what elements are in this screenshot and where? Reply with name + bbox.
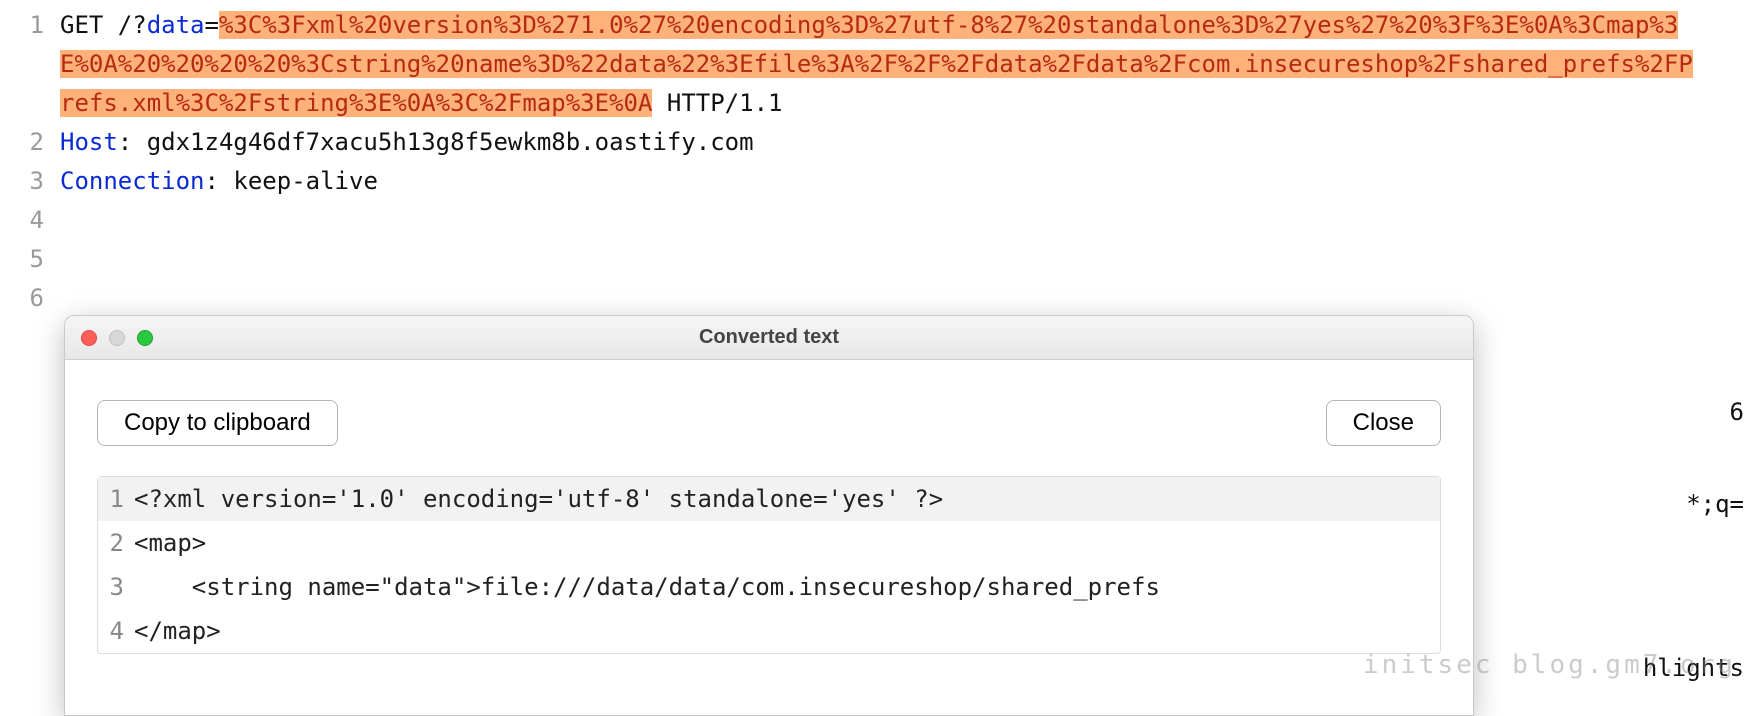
dialog-title: Converted text	[65, 326, 1473, 349]
copy-to-clipboard-button[interactable]: Copy to clipboard	[97, 400, 338, 446]
code-content[interactable]: Connection: keep-alive	[60, 162, 1744, 201]
request-line[interactable]: 5	[0, 240, 1744, 279]
line-number: 2	[98, 521, 134, 565]
converted-line[interactable]: 2<map>	[98, 521, 1440, 565]
code-content[interactable]: <string name="data">file:///data/data/co…	[134, 565, 1440, 609]
code-content[interactable]: </map>	[134, 609, 1440, 653]
converted-line[interactable]: 3 <string name="data">file:///data/data/…	[98, 565, 1440, 609]
request-editor: 1GET /?data=%3C%3Fxml%20version%3D%271.0…	[0, 0, 1744, 318]
bg-fragment-3: hlights	[1643, 654, 1744, 682]
close-button[interactable]: Close	[1326, 400, 1441, 446]
dialog-toolbar: Copy to clipboard Close	[97, 400, 1441, 446]
request-line[interactable]: 2Host: gdx1z4g46df7xacu5h13g8f5ewkm8b.oa…	[0, 123, 1744, 162]
line-number: 3	[98, 565, 134, 609]
request-line[interactable]: 4	[0, 201, 1744, 240]
code-content[interactable]: <?xml version='1.0' encoding='utf-8' sta…	[134, 477, 1440, 521]
request-line[interactable]: 3Connection: keep-alive	[0, 162, 1744, 201]
line-number: 1	[0, 6, 60, 45]
code-content[interactable]: <map>	[134, 521, 1440, 565]
zoom-window-icon[interactable]	[137, 330, 153, 346]
converted-line[interactable]: 4</map>	[98, 609, 1440, 653]
line-number: 2	[0, 123, 60, 162]
line-number: 6	[0, 279, 60, 318]
converted-text-dialog: Converted text Copy to clipboard Close 1…	[64, 315, 1474, 716]
line-number: 1	[98, 477, 134, 521]
minimize-window-icon[interactable]	[109, 330, 125, 346]
request-line[interactable]: 6	[0, 279, 1744, 318]
close-window-icon[interactable]	[81, 330, 97, 346]
traffic-lights	[65, 330, 153, 346]
converted-text-editor[interactable]: 1<?xml version='1.0' encoding='utf-8' st…	[97, 476, 1441, 654]
line-number: 4	[0, 201, 60, 240]
line-number: 4	[98, 609, 134, 653]
bg-fragment-1: 6	[1730, 398, 1744, 426]
code-content[interactable]: GET /?data=%3C%3Fxml%20version%3D%271.0%…	[60, 6, 1744, 123]
converted-line[interactable]: 1<?xml version='1.0' encoding='utf-8' st…	[98, 477, 1440, 521]
titlebar[interactable]: Converted text	[65, 316, 1473, 360]
line-number: 5	[0, 240, 60, 279]
bg-fragment-2: *;q=	[1686, 490, 1744, 518]
line-number: 3	[0, 162, 60, 201]
code-content[interactable]: Host: gdx1z4g46df7xacu5h13g8f5ewkm8b.oas…	[60, 123, 1744, 162]
request-line[interactable]: 1GET /?data=%3C%3Fxml%20version%3D%271.0…	[0, 6, 1744, 123]
